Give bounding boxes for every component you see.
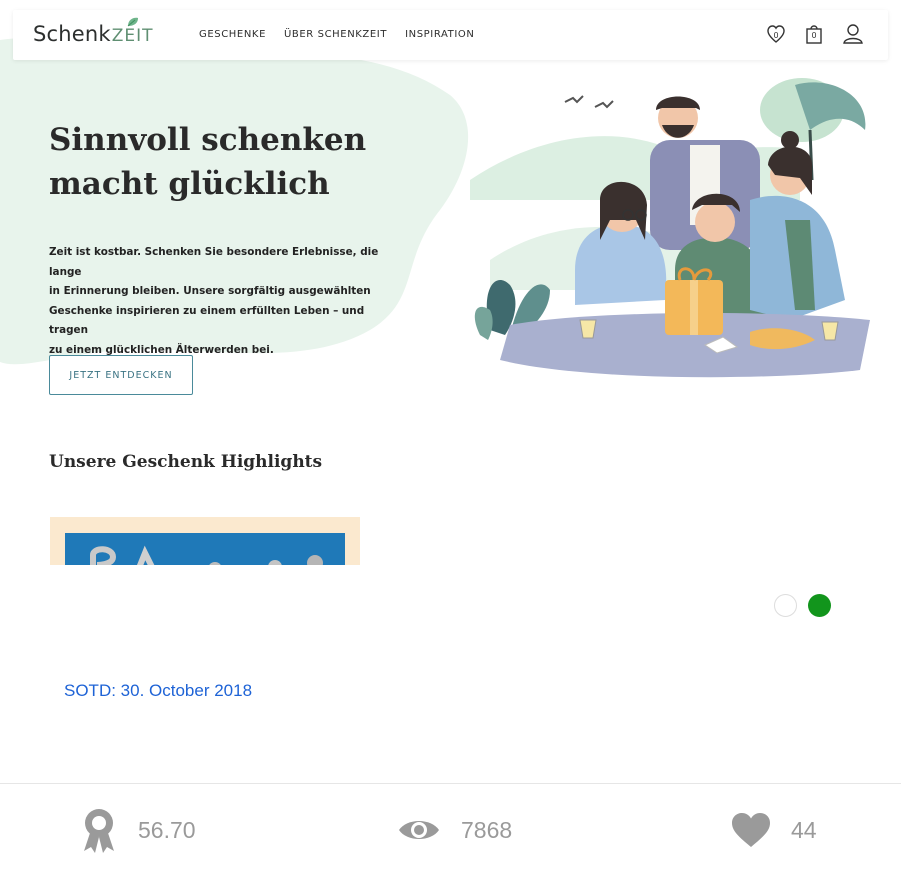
leaf-icon	[127, 17, 138, 27]
hero-text-line-1: Zeit ist kostbar. Schenken Sie besondere…	[49, 246, 379, 278]
highlights-heading: Unsere Geschenk Highlights	[49, 452, 323, 472]
hero-illustration	[470, 78, 870, 378]
wishlist-heart-icon[interactable]: 0	[766, 23, 786, 45]
user-icon[interactable]	[842, 23, 863, 45]
nav-actions: 0 0	[766, 23, 863, 45]
eye-icon	[399, 821, 439, 839]
hero-description: Zeit ist kostbar. Schenken Sie besondere…	[49, 243, 401, 360]
gift-bag-icon[interactable]: 0	[804, 23, 824, 45]
hero-title-line-2: macht glücklich	[49, 166, 330, 202]
website-screenshot: SchenkZEIT GESCHENKE ÜBER SCHENKZEIT INS…	[0, 0, 901, 565]
stats-bar: 56.70 7868 44	[0, 800, 901, 860]
stats-divider	[0, 783, 901, 784]
hero-text-line-3: Geschenke inspirieren zu einem erfüllten…	[49, 304, 365, 337]
highlight-card[interactable]	[50, 517, 360, 565]
bird-icon	[594, 100, 614, 109]
jetzt-entdecken-button[interactable]: JETZT ENTDECKEN	[49, 355, 193, 395]
slider-dot-1[interactable]	[774, 594, 797, 617]
bird-icon	[564, 95, 584, 104]
main-menu: GESCHENKE ÜBER SCHENKZEIT INSPIRATION	[199, 29, 474, 40]
balloon-letters-image	[65, 533, 345, 565]
cart-count: 0	[811, 31, 817, 40]
views-value: 7868	[461, 816, 513, 843]
likes-stat[interactable]: 44	[731, 800, 817, 860]
highlight-photo	[65, 533, 345, 565]
sotd-date-link[interactable]: SOTD: 30. October 2018	[64, 681, 252, 701]
wishlist-count: 0	[773, 31, 779, 40]
top-navigation-bar: SchenkZEIT GESCHENKE ÜBER SCHENKZEIT INS…	[13, 10, 888, 60]
hero-text-line-4: zu einem glücklichen Älterwerden bei.	[49, 343, 274, 356]
slider-pagination	[774, 594, 831, 617]
hero-title: Sinnvoll schenken macht glücklich	[49, 118, 449, 206]
nav-link-inspiration[interactable]: INSPIRATION	[405, 29, 474, 40]
views-stat: 7868	[397, 800, 512, 860]
nav-link-ueber-schenkzeit[interactable]: ÜBER SCHENKZEIT	[284, 29, 387, 40]
heart-icon[interactable]	[731, 812, 771, 848]
score-value: 56.70	[138, 816, 196, 843]
logo-text-schenk: Schenk	[33, 22, 111, 46]
hero-text-line-2: in Erinnerung bleiben. Unsere sorgfältig…	[49, 285, 371, 297]
likes-value: 44	[791, 816, 817, 843]
hero-title-line-1: Sinnvoll schenken	[49, 122, 367, 158]
score-stat: 56.70	[80, 800, 196, 860]
nav-link-geschenke[interactable]: GESCHENKE	[199, 29, 266, 40]
award-ribbon-icon	[84, 809, 114, 853]
logo-text-zeit: ZEIT	[111, 26, 154, 46]
slider-dot-2-active[interactable]	[808, 594, 831, 617]
